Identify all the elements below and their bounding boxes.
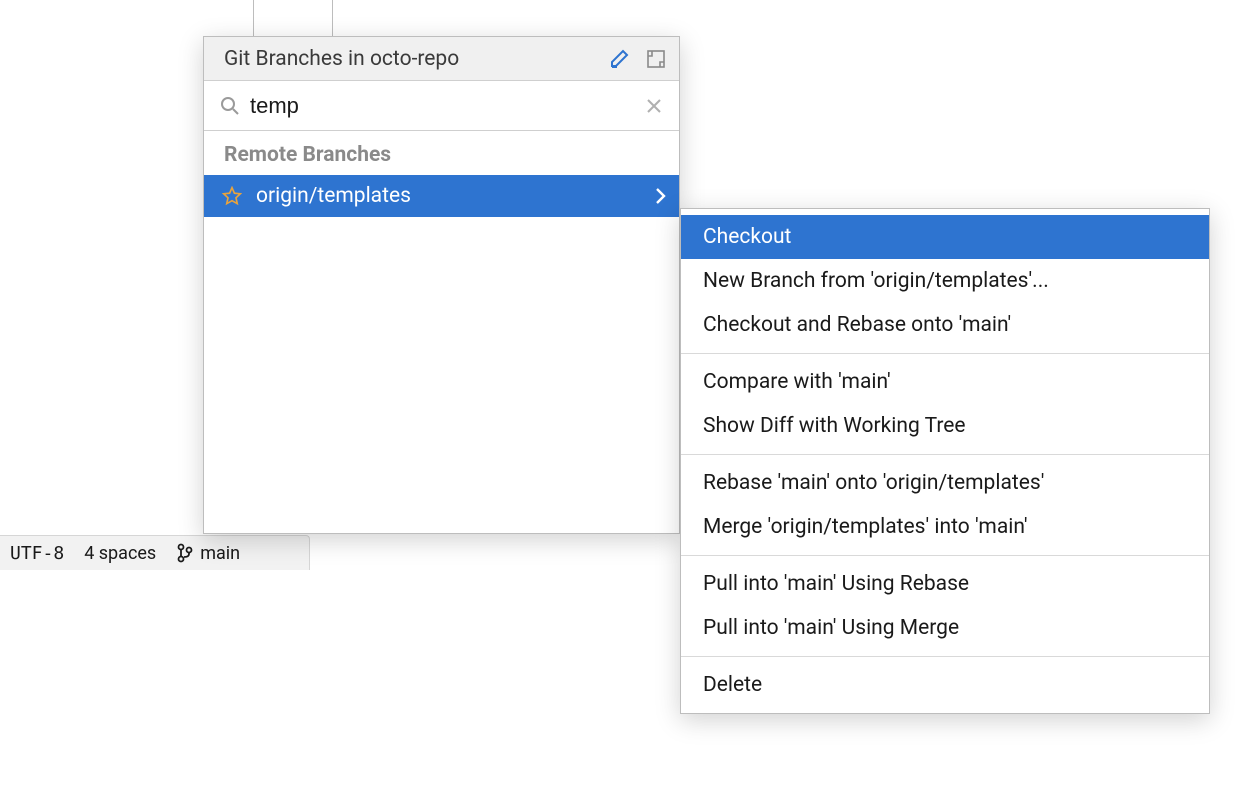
status-encoding[interactable]: UTF-8 (0, 543, 74, 564)
menu-item-label: Checkout and Rebase onto 'main' (703, 313, 1011, 337)
menu-item-label: New Branch from 'origin/templates'... (703, 269, 1049, 293)
status-branch[interactable]: main (166, 543, 250, 564)
menu-item-label: Merge 'origin/templates' into 'main' (703, 515, 1028, 539)
menu-item-label: Show Diff with Working Tree (703, 414, 966, 438)
status-branch-label: main (200, 543, 240, 564)
menu-item[interactable]: Rebase 'main' onto 'origin/templates' (681, 461, 1209, 505)
menu-item[interactable]: Checkout and Rebase onto 'main' (681, 303, 1209, 347)
search-icon (220, 96, 240, 116)
search-input[interactable] (250, 93, 635, 119)
menu-item[interactable]: Pull into 'main' Using Rebase (681, 562, 1209, 606)
menu-item[interactable]: Merge 'origin/templates' into 'main' (681, 505, 1209, 549)
menu-item[interactable]: Checkout (681, 215, 1209, 259)
branch-icon (176, 543, 194, 563)
branch-item-label: origin/templates (256, 184, 411, 208)
menu-item-label: Delete (703, 673, 762, 697)
menu-item-label: Pull into 'main' Using Rebase (703, 572, 969, 596)
chevron-right-icon (653, 187, 667, 205)
expand-icon[interactable] (645, 48, 667, 70)
clear-search-icon[interactable] (645, 97, 663, 115)
popup-tab-nub (253, 0, 333, 36)
menu-item[interactable]: New Branch from 'origin/templates'... (681, 259, 1209, 303)
menu-separator (681, 656, 1209, 657)
menu-item[interactable]: Delete (681, 663, 1209, 707)
branch-context-submenu: Checkout New Branch from 'origin/template… (680, 208, 1210, 714)
menu-separator (681, 454, 1209, 455)
branch-list: origin/templates (204, 175, 679, 217)
menu-separator (681, 353, 1209, 354)
menu-item-label: Compare with 'main' (703, 370, 891, 394)
popup-header: Git Branches in octo-repo (204, 37, 679, 81)
menu-item[interactable]: Show Diff with Working Tree (681, 404, 1209, 448)
menu-item[interactable]: Pull into 'main' Using Merge (681, 606, 1209, 650)
status-indent[interactable]: 4 spaces (74, 543, 166, 564)
pin-edit-icon[interactable] (609, 48, 631, 70)
star-icon[interactable] (222, 186, 242, 206)
menu-separator (681, 555, 1209, 556)
menu-item[interactable]: Compare with 'main' (681, 360, 1209, 404)
remote-branches-header: Remote Branches (204, 131, 679, 175)
branch-item[interactable]: origin/templates (204, 175, 679, 217)
menu-item-label: Checkout (703, 225, 791, 249)
status-indent-label: 4 spaces (84, 543, 156, 564)
status-bar: UTF-8 4 spaces main (0, 535, 310, 570)
menu-item-label: Rebase 'main' onto 'origin/templates' (703, 471, 1044, 495)
popup-title: Git Branches in octo-repo (224, 47, 609, 71)
status-encoding-label: UTF-8 (10, 543, 64, 564)
search-row (204, 81, 679, 131)
menu-item-label: Pull into 'main' Using Merge (703, 616, 959, 640)
git-branches-popup: Git Branches in octo-repo (203, 36, 680, 534)
